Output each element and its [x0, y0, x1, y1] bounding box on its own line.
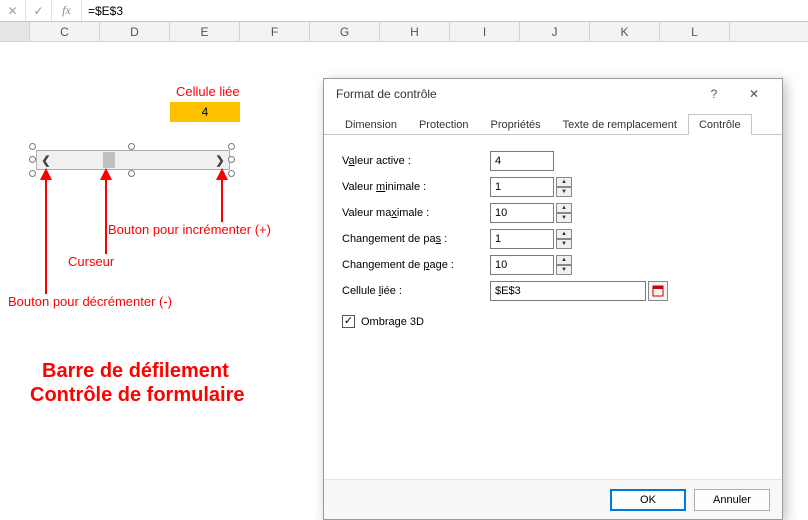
label-ombrage-3d: Ombrage 3D: [361, 316, 424, 328]
dialog-tabs: Dimension Protection Propriétés Texte de…: [324, 109, 782, 135]
formula-input[interactable]: =$E$3: [82, 4, 808, 18]
col-header[interactable]: E: [170, 22, 240, 41]
linked-cell[interactable]: 4: [170, 102, 240, 122]
tab-protection[interactable]: Protection: [408, 114, 480, 135]
annotation-bouton-dec: Bouton pour décrémenter (-): [8, 294, 172, 309]
spinner-changement-page[interactable]: ▲▼: [556, 255, 572, 275]
label-valeur-active: Valeur active :: [342, 155, 490, 167]
formula-confirm-icon[interactable]: ✓: [26, 0, 52, 21]
selection-handle[interactable]: [29, 143, 36, 150]
selection-handle[interactable]: [228, 156, 235, 163]
spinner-changement-pas[interactable]: ▲▼: [556, 229, 572, 249]
help-button[interactable]: ?: [694, 79, 734, 109]
dialog-body: Valeur active : Valeur minimale : ▲▼ Val…: [324, 135, 782, 479]
tab-proprietes[interactable]: Propriétés: [480, 114, 552, 135]
selection-handle[interactable]: [128, 143, 135, 150]
annotation-title-1: Barre de défilement: [42, 360, 229, 383]
col-header[interactable]: G: [310, 22, 380, 41]
row-changement-page: Changement de page : ▲▼: [342, 253, 764, 277]
scrollbar-track[interactable]: [55, 151, 211, 169]
label-changement-page: Changement de page :: [342, 259, 490, 271]
scrollbar-right-button[interactable]: ❯: [211, 151, 229, 169]
annotation-title-2: Contrôle de formulaire: [30, 384, 244, 407]
selection-handle[interactable]: [128, 170, 135, 177]
formula-bar: ✕ ✓ fx =$E$3: [0, 0, 808, 22]
row-changement-pas: Changement de pas : ▲▼: [342, 227, 764, 251]
col-header[interactable]: J: [520, 22, 590, 41]
input-cellule-liee[interactable]: [490, 281, 646, 301]
row-cellule-liee: Cellule liée :: [342, 279, 764, 303]
tab-dimension[interactable]: Dimension: [334, 114, 408, 135]
scrollbar-left-button[interactable]: ❮: [37, 151, 55, 169]
arrow-bouton-inc: [216, 170, 228, 222]
row-valeur-max: Valeur maximale : ▲▼: [342, 201, 764, 225]
row-valeur-active: Valeur active :: [342, 149, 764, 173]
tab-controle[interactable]: Contrôle: [688, 114, 752, 135]
select-all-corner[interactable]: [0, 22, 30, 41]
tab-texte-remplacement[interactable]: Texte de remplacement: [552, 114, 688, 135]
col-header[interactable]: K: [590, 22, 660, 41]
input-valeur-max[interactable]: [490, 203, 554, 223]
range-picker-button[interactable]: [648, 281, 668, 301]
col-header[interactable]: I: [450, 22, 520, 41]
col-header[interactable]: C: [30, 22, 100, 41]
label-cellule-liee: Cellule liée :: [342, 285, 490, 297]
formula-cancel-icon[interactable]: ✕: [0, 0, 26, 21]
column-headers: C D E F G H I J K L: [0, 22, 808, 42]
fx-icon[interactable]: fx: [52, 0, 82, 21]
close-button[interactable]: ✕: [734, 79, 774, 109]
selection-handle[interactable]: [228, 170, 235, 177]
col-header[interactable]: F: [240, 22, 310, 41]
dialog-title: Format de contrôle: [336, 87, 437, 101]
label-valeur-min: Valeur minimale :: [342, 181, 490, 193]
ok-button[interactable]: OK: [610, 489, 686, 511]
row-ombrage-3d: ✓ Ombrage 3D: [342, 315, 764, 328]
row-valeur-min: Valeur minimale : ▲▼: [342, 175, 764, 199]
col-header[interactable]: L: [660, 22, 730, 41]
input-valeur-active[interactable]: [490, 151, 554, 171]
arrow-curseur: [100, 170, 112, 254]
scrollbar-thumb[interactable]: [103, 152, 115, 168]
dialog-footer: OK Annuler: [324, 479, 782, 519]
annotation-bouton-inc: Bouton pour incrémenter (+): [108, 222, 271, 237]
label-changement-pas: Changement de pas :: [342, 233, 490, 245]
checkbox-ombrage-3d[interactable]: ✓: [342, 315, 355, 328]
selection-handle[interactable]: [29, 156, 36, 163]
dialog-titlebar[interactable]: Format de contrôle ? ✕: [324, 79, 782, 109]
spinner-valeur-min[interactable]: ▲▼: [556, 177, 572, 197]
scrollbar-control[interactable]: ❮ ❯: [36, 150, 230, 170]
range-picker-icon: [652, 285, 664, 297]
spinner-valeur-max[interactable]: ▲▼: [556, 203, 572, 223]
selection-handle[interactable]: [228, 143, 235, 150]
input-changement-pas[interactable]: [490, 229, 554, 249]
label-valeur-max: Valeur maximale :: [342, 207, 490, 219]
arrow-bouton-dec: [40, 170, 52, 294]
input-changement-page[interactable]: [490, 255, 554, 275]
col-header[interactable]: H: [380, 22, 450, 41]
format-control-dialog: Format de contrôle ? ✕ Dimension Protect…: [323, 78, 783, 520]
input-valeur-min[interactable]: [490, 177, 554, 197]
annotation-curseur: Curseur: [68, 254, 114, 269]
annotation-cellule-liee: Cellule liée: [176, 84, 240, 99]
worksheet[interactable]: 4 Cellule liée Bouton pour incrémenter (…: [0, 42, 808, 515]
selection-handle[interactable]: [29, 170, 36, 177]
col-header[interactable]: D: [100, 22, 170, 41]
cancel-button[interactable]: Annuler: [694, 489, 770, 511]
